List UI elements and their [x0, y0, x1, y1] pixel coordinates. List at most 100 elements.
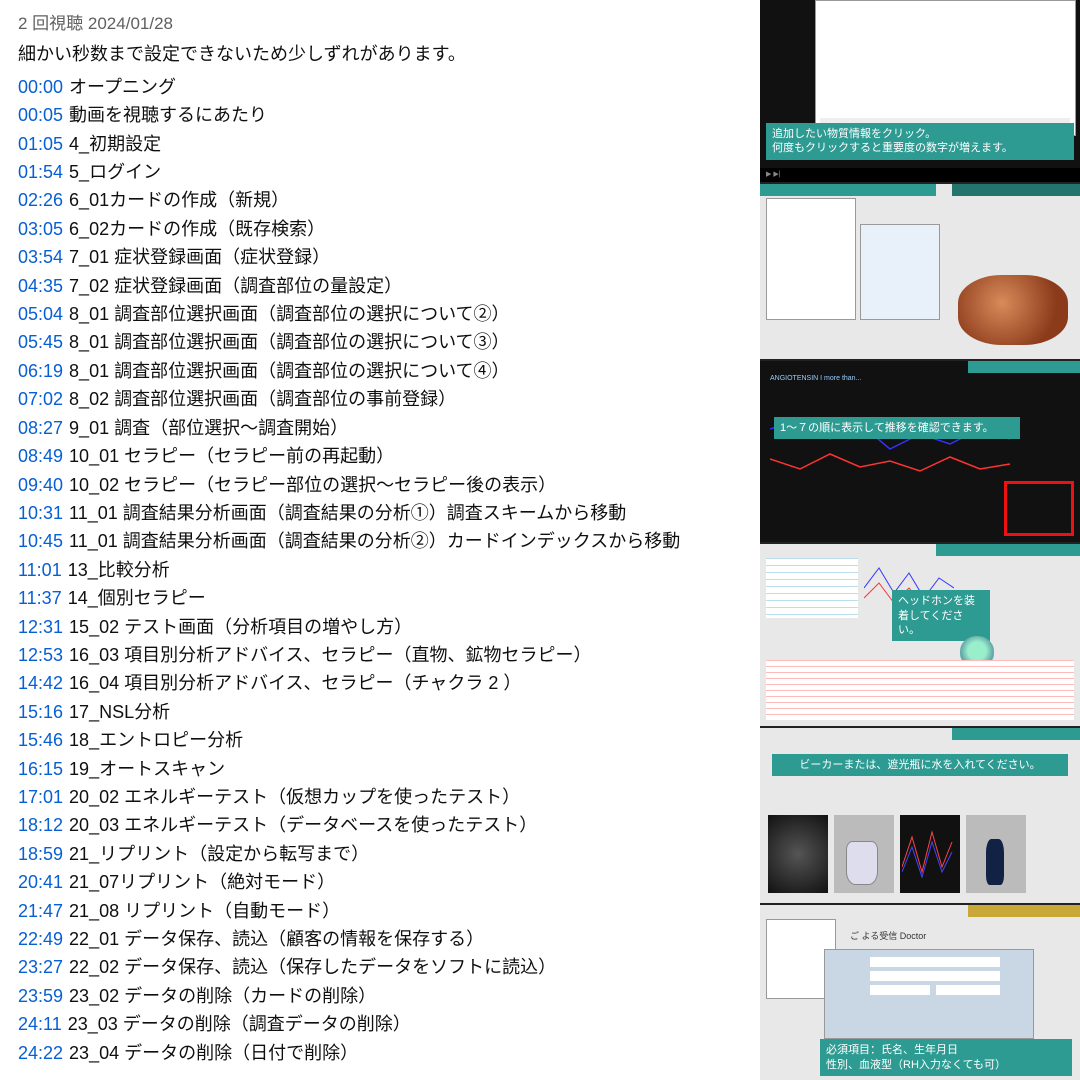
chapter-list: 00:00オープニング00:05動画を視聴するにあたり01:054_初期設定01… — [18, 73, 742, 1067]
chapter-title: 23_03 データの削除（調査データの削除） — [68, 1010, 411, 1038]
chapter-timestamp-link[interactable]: 11:01 — [18, 556, 62, 584]
chapter-title: 21_リプリント（設定から転写まで） — [69, 840, 369, 868]
chapter-timestamp-link[interactable]: 15:46 — [18, 726, 63, 754]
beaker-icon — [846, 841, 878, 885]
chapter-timestamp-link[interactable]: 04:35 — [18, 272, 63, 300]
chapter-title: 21_08 リプリント（自動モード） — [69, 897, 340, 925]
chapter-row: 06:198_01 調査部位選択画面（調査部位の選択について④） — [18, 357, 742, 385]
form-doctor-label: ご よる受信 Doctor — [850, 929, 926, 942]
chapter-title: 動画を視聴するにあたり — [69, 101, 267, 129]
chapter-row: 01:545_ログイン — [18, 158, 742, 186]
chapter-timestamp-link[interactable]: 01:05 — [18, 130, 63, 158]
thumbnail-column: 追加したい物質情報をクリック。 何度もクリックすると重要度の数字が増えます。 ▶… — [760, 0, 1080, 1080]
chapter-title: 7_01 症状登録画面（症状登録） — [69, 243, 330, 271]
chapter-row: 12:3115_02 テスト画面（分析項目の増やし方） — [18, 613, 742, 641]
chapter-timestamp-link[interactable]: 09:40 — [18, 471, 63, 499]
chapter-title: 23_02 データの削除（カードの削除） — [69, 982, 376, 1010]
chapter-row: 20:4121_07リプリント（絶対モード） — [18, 868, 742, 896]
chapter-title: 8_01 調査部位選択画面（調査部位の選択について③） — [69, 328, 510, 356]
chapter-row: 15:1617_NSL分析 — [18, 698, 742, 726]
chapter-title: 8_01 調査部位選択画面（調査部位の選択について④） — [69, 357, 510, 385]
chapter-timestamp-link[interactable]: 03:54 — [18, 243, 63, 271]
chapter-timestamp-link[interactable]: 11:37 — [18, 584, 62, 612]
chapter-title: 17_NSL分析 — [69, 698, 170, 726]
thumb-caption-3: ビーカーまたは、遮光瓶に水を入れてください。 — [772, 754, 1068, 776]
description-note: 細かい秒数まで設定できないため少しずれがあります。 — [18, 40, 742, 68]
chapter-timestamp-link[interactable]: 12:31 — [18, 613, 63, 641]
chapter-title: 22_01 データ保存、読込（顧客の情報を保存する） — [69, 925, 484, 953]
chapter-timestamp-link[interactable]: 05:45 — [18, 328, 63, 356]
chapter-title: 20_03 エネルギーテスト（データベースを使ったテスト） — [69, 811, 537, 839]
chapter-timestamp-link[interactable]: 07:02 — [18, 385, 63, 413]
preview-thumb-5[interactable]: ご よる受信 Doctor 必須項目：氏名、生年月日 性別、血液型（RH入力なく… — [760, 905, 1080, 1080]
chapter-row: 14:4216_04 項目別分析アドバイス、セラピー（チャクラ 2 ） — [18, 669, 742, 697]
chapter-timestamp-link[interactable]: 23:59 — [18, 982, 63, 1010]
thumb-caption-4: 必須項目：氏名、生年月日 性別、血液型（RH入力なくても可） — [820, 1039, 1072, 1076]
chapter-row: 18:1220_03 エネルギーテスト（データベースを使ったテスト） — [18, 811, 742, 839]
chapter-title: 16_04 項目別分析アドバイス、セラピー（チャクラ 2 ） — [69, 669, 521, 697]
chapter-timestamp-link[interactable]: 12:53 — [18, 641, 63, 669]
chapter-row: 00:05動画を視聴するにあたり — [18, 101, 742, 129]
chapter-title: 20_02 エネルギーテスト（仮想カップを使ったテスト） — [69, 783, 520, 811]
chapter-row: 10:4511_01 調査結果分析画面（調査結果の分析②）カードインデックスから… — [18, 527, 742, 555]
chapter-timestamp-link[interactable]: 10:45 — [18, 527, 63, 555]
chapter-title: 8_02 調査部位選択画面（調査部位の事前登録） — [69, 385, 456, 413]
chapter-title: オープニング — [69, 73, 176, 101]
chapter-title: 4_初期設定 — [69, 130, 161, 158]
chapter-row: 23:2722_02 データ保存、読込（保存したデータをソフトに読込） — [18, 953, 742, 981]
chapter-row: 03:056_02カードの作成（既存検索） — [18, 215, 742, 243]
chapter-row: 22:4922_01 データ保存、読込（顧客の情報を保存する） — [18, 925, 742, 953]
chapter-timestamp-link[interactable]: 08:49 — [18, 442, 63, 470]
chapter-title: 23_04 データの削除（日付で削除） — [69, 1039, 358, 1067]
chapter-row: 08:279_01 調査（部位選択〜調査開始） — [18, 414, 742, 442]
chapter-timestamp-link[interactable]: 24:11 — [18, 1010, 62, 1038]
chapter-title: 22_02 データ保存、読込（保存したデータをソフトに読込） — [69, 953, 556, 981]
chapter-timestamp-link[interactable]: 24:22 — [18, 1039, 63, 1067]
video-controls-bar[interactable]: ▶ ▶| — [760, 168, 1080, 182]
chapter-timestamp-link[interactable]: 00:00 — [18, 73, 63, 101]
graph-label: ANGIOTENSIN I more than... — [770, 375, 861, 382]
preview-thumb-3[interactable]: ヘッドホンを装着してください。 — [760, 544, 1080, 726]
thumb-caption-2: ヘッドホンを装着してください。 — [892, 590, 990, 641]
chapter-timestamp-link[interactable]: 18:12 — [18, 811, 63, 839]
chapter-title: 10_02 セラピー（セラピー部位の選択〜セラピー後の表示） — [69, 471, 556, 499]
chapter-timestamp-link[interactable]: 21:47 — [18, 897, 63, 925]
chapter-row: 15:4618_エントロピー分析 — [18, 726, 742, 754]
chapter-title: 13_比較分析 — [68, 556, 170, 584]
chapter-timestamp-link[interactable]: 03:05 — [18, 215, 63, 243]
chapter-row: 11:0113_比較分析 — [18, 556, 742, 584]
chapter-timestamp-link[interactable]: 20:41 — [18, 868, 63, 896]
preview-thumb-0[interactable]: 追加したい物質情報をクリック。 何度もクリックすると重要度の数字が増えます。 ▶… — [760, 0, 1080, 182]
chapter-row: 16:1519_オートスキャン — [18, 755, 742, 783]
curve-icon — [902, 817, 958, 891]
chapter-timestamp-link[interactable]: 22:49 — [18, 925, 63, 953]
chapter-timestamp-link[interactable]: 10:31 — [18, 499, 63, 527]
bottle-icon — [986, 839, 1004, 885]
chapter-timestamp-link[interactable]: 08:27 — [18, 414, 63, 442]
views-and-date: 2 回視聴 2024/01/28 — [18, 10, 742, 38]
chapter-timestamp-link[interactable]: 01:54 — [18, 158, 63, 186]
preview-thumb-2[interactable]: ANGIOTENSIN I more than... 1〜７の順に表示して推移を… — [760, 361, 1080, 543]
chapter-row: 08:4910_01 セラピー（セラピー前の再起動） — [18, 442, 742, 470]
chapter-title: 7_02 症状登録画面（調査部位の量設定） — [69, 272, 402, 300]
chapter-timestamp-link[interactable]: 23:27 — [18, 953, 63, 981]
chapter-row: 18:5921_リプリント（設定から転写まで） — [18, 840, 742, 868]
chapter-row: 05:458_01 調査部位選択画面（調査部位の選択について③） — [18, 328, 742, 356]
chapter-timestamp-link[interactable]: 05:04 — [18, 300, 63, 328]
chapter-timestamp-link[interactable]: 16:15 — [18, 755, 63, 783]
chapter-title: 14_個別セラピー — [68, 584, 206, 612]
chapter-timestamp-link[interactable]: 18:59 — [18, 840, 63, 868]
graph-icon — [770, 389, 1030, 499]
preview-thumb-1[interactable] — [760, 184, 1080, 359]
chapter-title: 11_01 調査結果分析画面（調査結果の分析②）カードインデックスから移動 — [69, 527, 680, 555]
chapter-title: 6_02カードの作成（既存検索） — [69, 215, 325, 243]
chapter-timestamp-link[interactable]: 17:01 — [18, 783, 63, 811]
chapter-timestamp-link[interactable]: 02:26 — [18, 186, 63, 214]
chapter-row: 23:5923_02 データの削除（カードの削除） — [18, 982, 742, 1010]
chapter-timestamp-link[interactable]: 00:05 — [18, 101, 63, 129]
chapter-title: 6_01カードの作成（新規） — [69, 186, 289, 214]
chapter-timestamp-link[interactable]: 06:19 — [18, 357, 63, 385]
preview-thumb-4[interactable]: ビーカーまたは、遮光瓶に水を入れてください。 — [760, 728, 1080, 903]
chapter-timestamp-link[interactable]: 15:16 — [18, 698, 63, 726]
chapter-timestamp-link[interactable]: 14:42 — [18, 669, 63, 697]
